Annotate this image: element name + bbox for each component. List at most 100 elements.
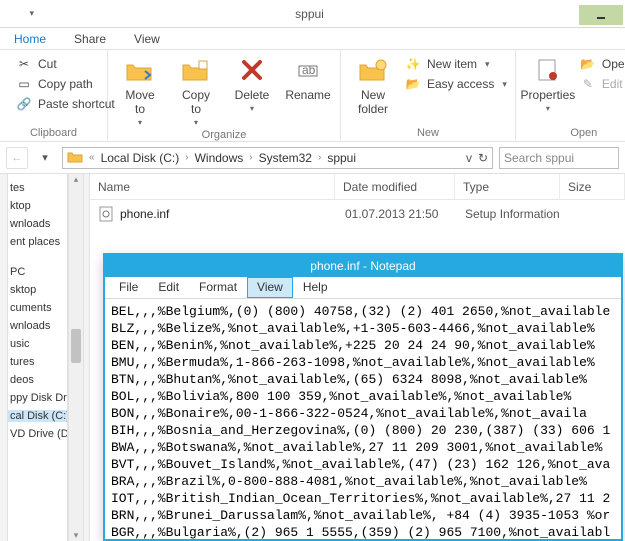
address-dropdown-icon[interactable]: v bbox=[466, 151, 472, 165]
breadcrumb-seg[interactable]: System32 bbox=[259, 151, 312, 165]
file-row[interactable]: phone.inf 01.07.2013 21:50 Setup Informa… bbox=[90, 200, 625, 228]
nav-item[interactable]: ppy Disk Dri bbox=[8, 392, 67, 404]
cut-label: Cut bbox=[38, 57, 57, 71]
file-date: 01.07.2013 21:50 bbox=[337, 207, 457, 221]
breadcrumb-seg[interactable]: Local Disk (C:) bbox=[101, 151, 180, 165]
notepad-menu: File Edit Format View Help bbox=[105, 277, 621, 299]
paste-shortcut-button[interactable]: 🔗 Paste shortcut bbox=[16, 96, 115, 112]
move-to-button[interactable]: Move to▾ bbox=[116, 54, 164, 127]
nav-item[interactable]: ent places bbox=[8, 236, 67, 248]
new-folder-icon bbox=[357, 54, 389, 86]
nav-item[interactable]: tures bbox=[8, 356, 67, 368]
refresh-icon[interactable]: ↻ bbox=[478, 151, 488, 165]
nav-scrollbar[interactable]: ▴ ▾ bbox=[68, 174, 84, 541]
paste-shortcut-label: Paste shortcut bbox=[38, 97, 115, 111]
svg-text:ab: ab bbox=[302, 63, 316, 77]
nav-item[interactable]: cal Disk (C:) bbox=[8, 410, 67, 422]
easy-access-icon: 📂 bbox=[405, 76, 421, 92]
nav-item[interactable]: PC bbox=[8, 266, 67, 278]
nav-item[interactable]: sktop bbox=[8, 284, 67, 296]
nav-item[interactable]: VD Drive (D:) bbox=[8, 428, 67, 440]
new-item-icon: ✨ bbox=[405, 56, 421, 72]
column-header-date[interactable]: Date modified bbox=[335, 174, 455, 199]
menu-file[interactable]: File bbox=[109, 277, 148, 298]
ribbon: ✂ Cut ▭ Copy path 🔗 Paste shortcut Clipb… bbox=[0, 50, 625, 142]
tab-home[interactable]: Home bbox=[0, 29, 60, 49]
navigation-pane[interactable]: tes ktop wnloads ent places PC sktop cuments wn… bbox=[8, 174, 68, 541]
menu-view[interactable]: View bbox=[247, 277, 293, 298]
nav-item[interactable]: cuments bbox=[8, 302, 67, 314]
notepad-window: phone.inf - Notepad File Edit Format Vie… bbox=[103, 253, 623, 541]
splitter[interactable] bbox=[84, 174, 90, 541]
menu-help[interactable]: Help bbox=[293, 277, 338, 298]
copy-path-button[interactable]: ▭ Copy path bbox=[16, 76, 115, 92]
copy-path-label: Copy path bbox=[38, 77, 93, 91]
open-label: Open bbox=[602, 57, 625, 71]
tab-view[interactable]: View bbox=[120, 29, 174, 49]
scroll-down-icon[interactable]: ▾ bbox=[69, 530, 83, 541]
address-bar[interactable]: « Local Disk (C:)› Windows› System32› sp… bbox=[62, 147, 493, 169]
column-header-size[interactable]: Size bbox=[560, 174, 625, 199]
breadcrumb-seg[interactable]: sppui bbox=[327, 151, 356, 165]
cut-button[interactable]: ✂ Cut bbox=[16, 56, 115, 72]
scroll-up-icon[interactable]: ▴ bbox=[69, 174, 83, 185]
ribbon-tabs: Home Share View bbox=[0, 28, 625, 50]
menu-format[interactable]: Format bbox=[189, 277, 247, 298]
copy-to-label: Copy to bbox=[182, 88, 210, 116]
copy-to-icon bbox=[180, 54, 212, 86]
history-dropdown-button[interactable]: ▾ bbox=[34, 147, 56, 169]
rename-label: Rename bbox=[285, 88, 330, 102]
group-label-clipboard: Clipboard bbox=[8, 127, 99, 139]
notepad-titlebar[interactable]: phone.inf - Notepad bbox=[105, 255, 621, 277]
rename-icon: ab bbox=[292, 54, 324, 86]
copy-path-icon: ▭ bbox=[16, 76, 32, 92]
scroll-thumb[interactable] bbox=[71, 329, 81, 363]
search-input[interactable]: Search sppui bbox=[499, 147, 619, 169]
delete-label: Delete bbox=[235, 88, 270, 102]
properties-button[interactable]: Properties▾ bbox=[524, 54, 572, 113]
minimize-icon bbox=[596, 10, 606, 20]
easy-access-label: Easy access bbox=[427, 77, 494, 91]
nav-item[interactable]: deos bbox=[8, 374, 67, 386]
window-titlebar: ▾ sppui bbox=[0, 0, 625, 28]
group-label-organize: Organize bbox=[116, 129, 332, 141]
open-button[interactable]: 📂 Open▾ bbox=[580, 56, 625, 72]
ribbon-group-clipboard: ✂ Cut ▭ Copy path 🔗 Paste shortcut Clipb… bbox=[0, 50, 108, 141]
inf-file-icon bbox=[98, 206, 114, 222]
move-to-icon bbox=[124, 54, 156, 86]
new-folder-label: New folder bbox=[358, 88, 388, 116]
notepad-text-area[interactable]: BEL,,,%Belgium%,(0) (800) 40758,(32) (2)… bbox=[105, 299, 621, 539]
delete-icon bbox=[236, 54, 268, 86]
new-folder-button[interactable]: New folder bbox=[349, 54, 397, 116]
chevron-left-icon: « bbox=[89, 152, 95, 163]
copy-to-button[interactable]: Copy to▾ bbox=[172, 54, 220, 127]
new-item-label: New item bbox=[427, 57, 477, 71]
nav-item[interactable]: wnloads bbox=[8, 218, 67, 230]
column-header-name[interactable]: Name bbox=[90, 174, 335, 199]
group-label-new: New bbox=[349, 127, 507, 139]
window-title: sppui bbox=[40, 7, 579, 21]
file-type: Setup Information bbox=[457, 207, 562, 221]
delete-button[interactable]: Delete▾ bbox=[228, 54, 276, 113]
nav-item[interactable]: tes bbox=[8, 182, 67, 194]
easy-access-button[interactable]: 📂 Easy access▾ bbox=[405, 76, 507, 92]
edit-icon: ✎ bbox=[580, 76, 596, 92]
open-icon: 📂 bbox=[580, 56, 596, 72]
new-item-button[interactable]: ✨ New item▾ bbox=[405, 56, 507, 72]
tab-share[interactable]: Share bbox=[60, 29, 120, 49]
edit-button[interactable]: ✎ Edit bbox=[580, 76, 625, 92]
ribbon-group-new: New folder ✨ New item▾ 📂 Easy access▾ Ne… bbox=[341, 50, 516, 141]
nav-item[interactable]: wnloads bbox=[8, 320, 67, 332]
scissors-icon: ✂ bbox=[16, 56, 32, 72]
nav-item[interactable]: usic bbox=[8, 338, 67, 350]
chevron-down-icon[interactable]: ▾ bbox=[29, 8, 34, 19]
rename-button[interactable]: ab Rename bbox=[284, 54, 332, 102]
move-to-label: Move to bbox=[125, 88, 154, 116]
menu-edit[interactable]: Edit bbox=[148, 277, 189, 298]
minimize-button[interactable] bbox=[579, 5, 623, 25]
nav-item[interactable]: ktop bbox=[8, 200, 67, 212]
qat-area: ▾ bbox=[0, 8, 40, 19]
back-button[interactable]: ← bbox=[6, 147, 28, 169]
column-header-type[interactable]: Type bbox=[455, 174, 560, 199]
breadcrumb-seg[interactable]: Windows bbox=[195, 151, 244, 165]
